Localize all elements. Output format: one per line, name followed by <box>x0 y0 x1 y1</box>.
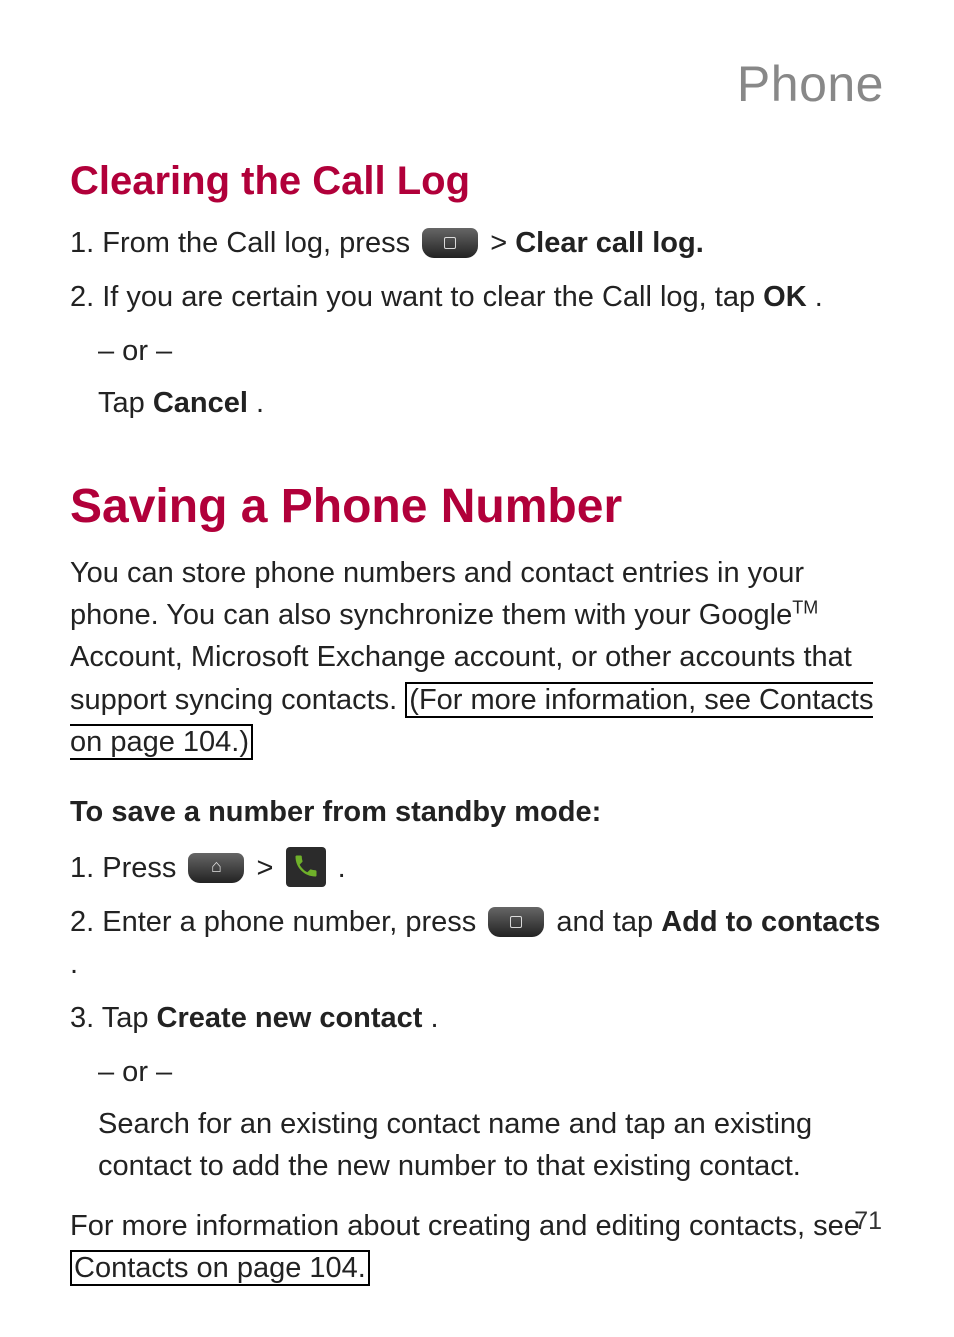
text: For more information about creating and … <box>70 1210 860 1242</box>
tap-cancel: Tap Cancel . <box>98 382 884 424</box>
page-number: 71 <box>854 1207 882 1236</box>
link-contacts-p104-footer[interactable]: Contacts on page 104. <box>70 1250 370 1286</box>
menu-key-icon <box>488 907 544 937</box>
cancel-label: Cancel <box>153 387 248 419</box>
page: Phone Clearing the Call Log 1. From the … <box>0 0 954 1337</box>
step-1-clear-log: 1. From the Call log, press > Clear call… <box>70 222 884 264</box>
trademark: TM <box>792 598 818 618</box>
text: 2. Enter a phone number, press <box>70 906 484 938</box>
text: 1. Press <box>70 852 184 884</box>
text: . <box>256 387 264 419</box>
step-1-press: 1. Press > . <box>70 847 884 889</box>
text: > <box>257 852 282 884</box>
add-to-contacts-label: Add to contacts <box>661 906 880 938</box>
text: > <box>490 227 515 259</box>
clear-call-log-label: Clear call log. <box>515 227 704 259</box>
menu-key-icon <box>422 228 478 258</box>
step-2-confirm-clear: 2. If you are certain you want to clear … <box>70 276 884 318</box>
text: 2. If you are certain you want to clear … <box>70 281 763 313</box>
step-3-create-contact: 3. Tap Create new contact . <box>70 997 884 1039</box>
phone-app-icon <box>286 847 326 887</box>
text: and tap <box>556 906 661 938</box>
text: 3. Tap <box>70 1002 157 1034</box>
alt-existing-contact: Search for an existing contact name and … <box>98 1103 884 1187</box>
heading-saving-phone-number: Saving a Phone Number <box>70 479 884 534</box>
text: . <box>431 1002 439 1034</box>
text: . <box>338 852 346 884</box>
running-title: Phone <box>70 55 884 113</box>
text: Tap <box>98 387 153 419</box>
create-new-contact-label: Create new contact <box>157 1002 423 1034</box>
or-divider-2: – or – <box>98 1051 884 1093</box>
footer-paragraph: For more information about creating and … <box>70 1205 884 1289</box>
text: . <box>815 281 823 313</box>
ok-label: OK <box>763 281 807 313</box>
step-2-enter-number: 2. Enter a phone number, press and tap A… <box>70 901 884 985</box>
text: 1. From the Call log, press <box>70 227 418 259</box>
home-key-icon <box>188 853 244 883</box>
text: . <box>70 948 78 980</box>
heading-clearing-call-log: Clearing the Call Log <box>70 158 884 204</box>
intro-paragraph: You can store phone numbers and contact … <box>70 552 884 762</box>
or-divider: – or – <box>98 330 884 372</box>
text: You can store phone numbers and contact … <box>70 557 804 631</box>
subheading-save-standby: To save a number from standby mode: <box>70 791 884 833</box>
